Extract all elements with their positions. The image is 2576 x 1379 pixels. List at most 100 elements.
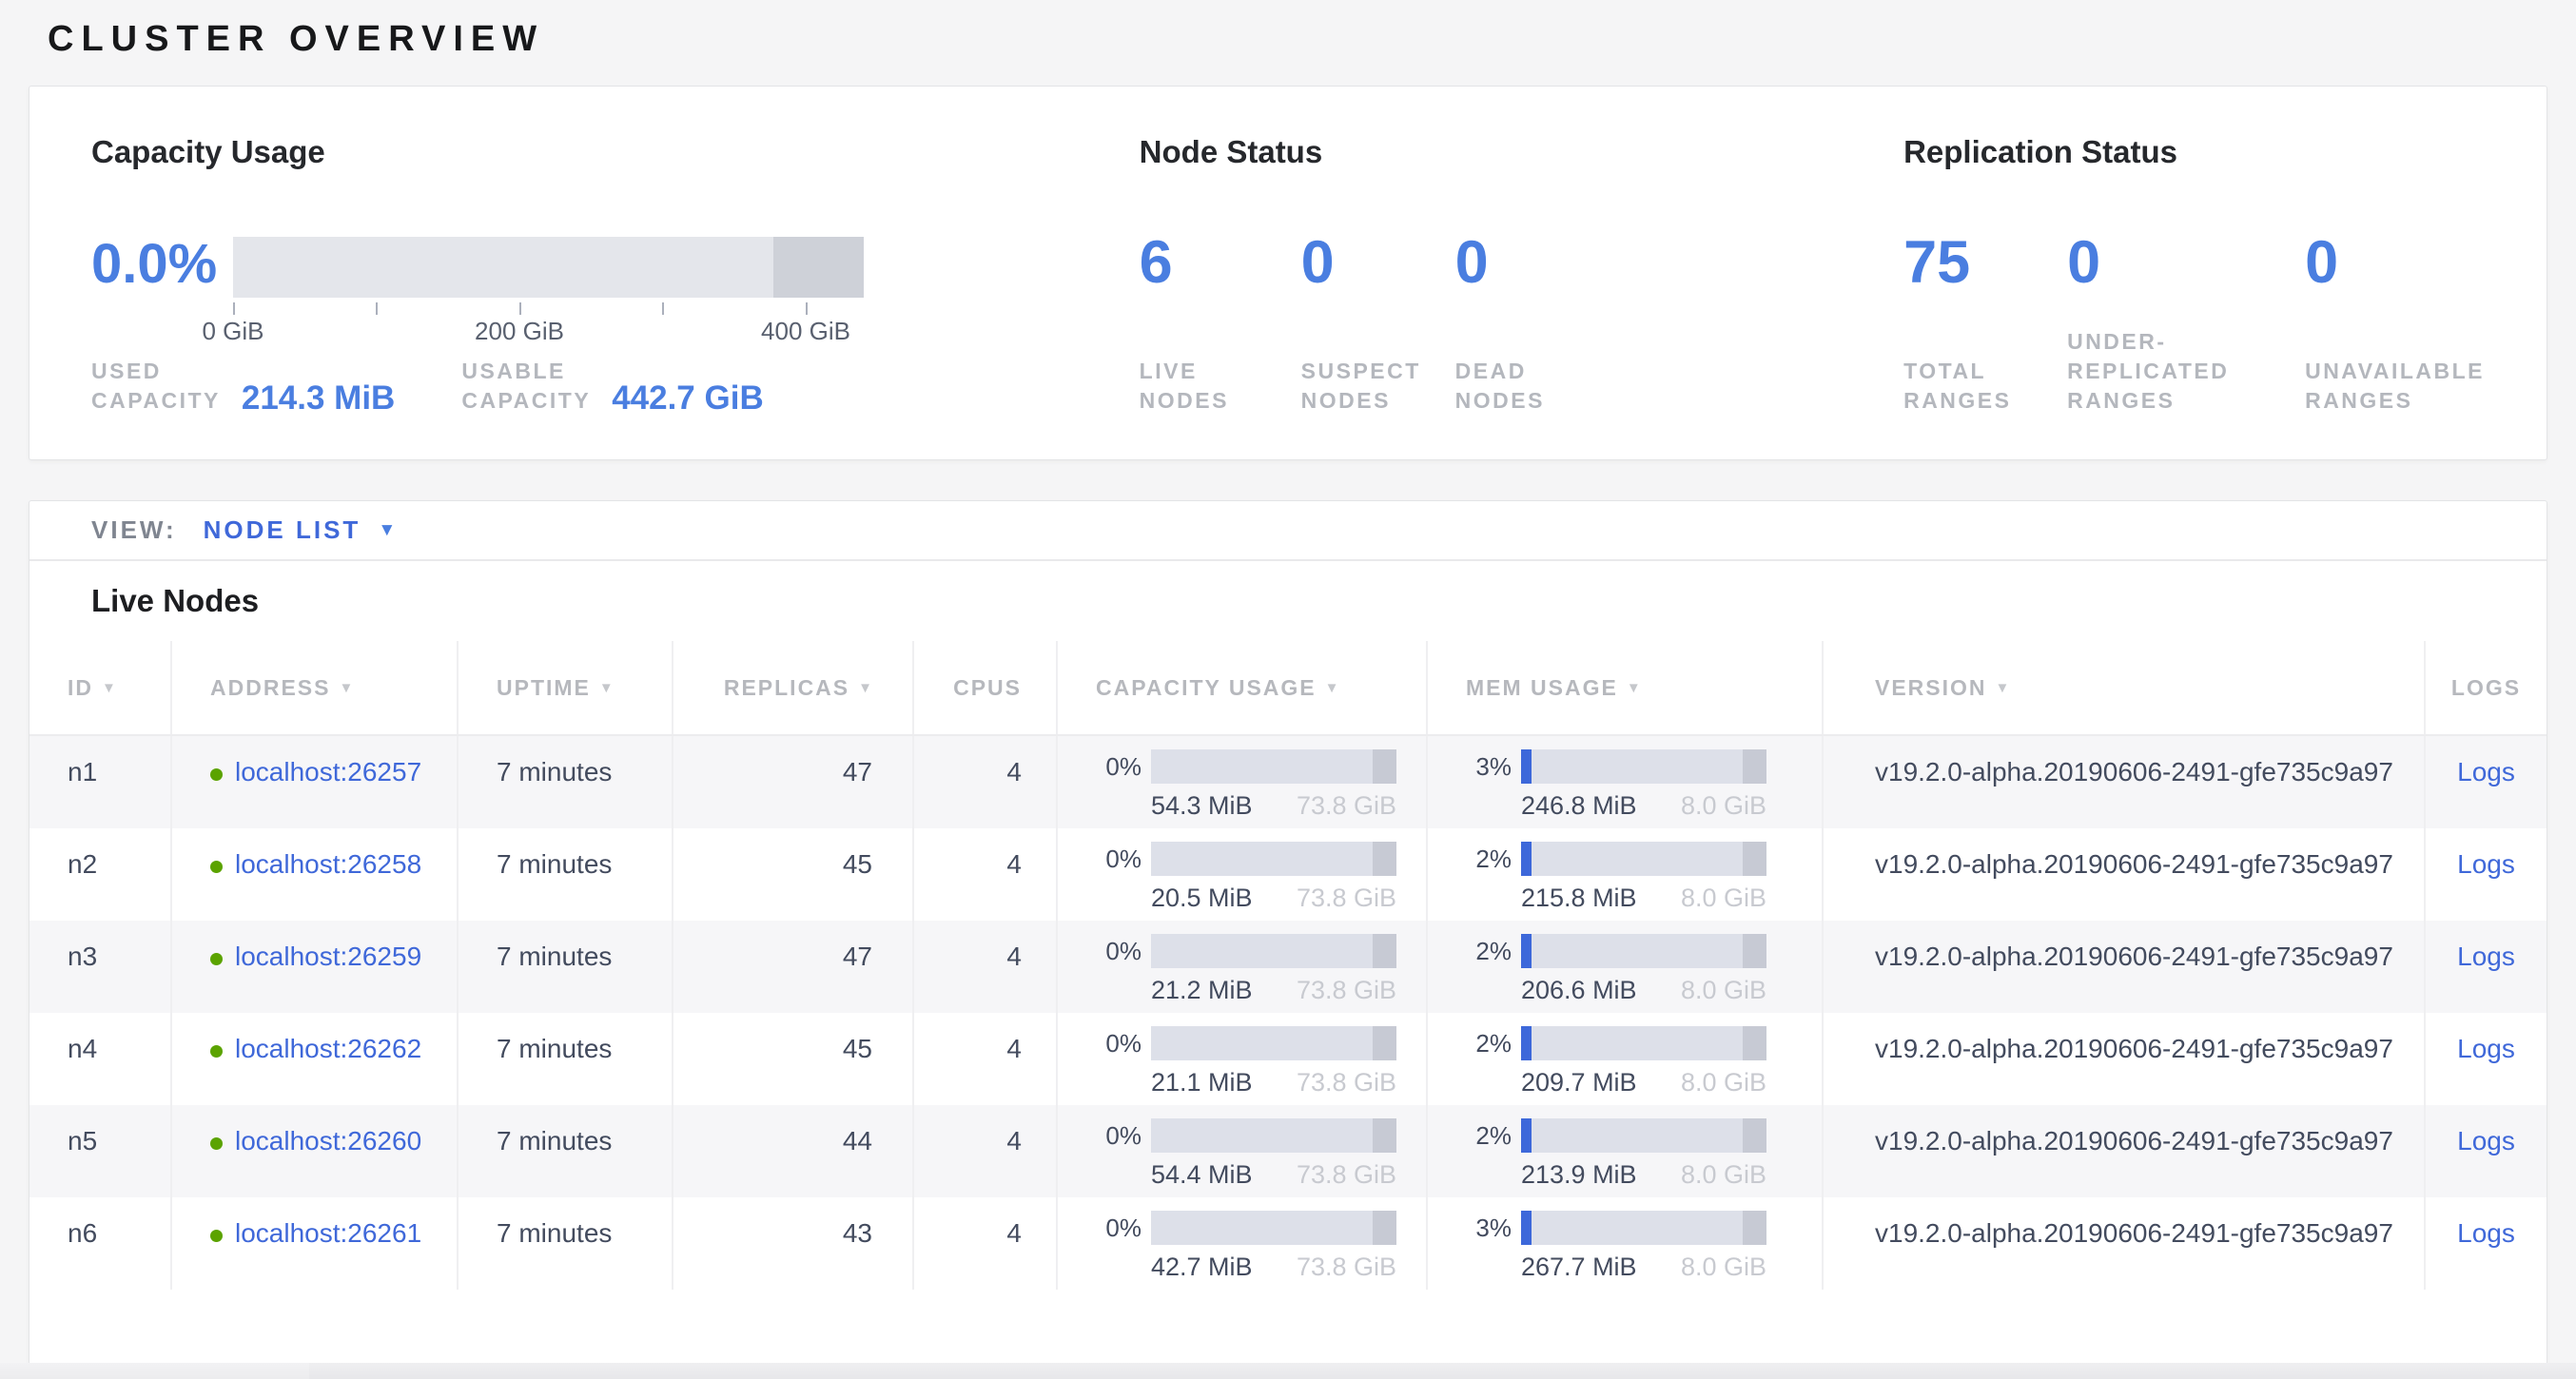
node-uptime: 7 minutes [459, 1197, 673, 1290]
node-logs-link[interactable]: Logs [2457, 942, 2515, 971]
node-logs-link[interactable]: Logs [2457, 1126, 2515, 1156]
capacity-usage-bar [1151, 749, 1396, 784]
bottom-strip-shadow [309, 1363, 2576, 1379]
mem-total-value: 8.0 GiB [1681, 976, 1766, 1005]
node-cpus: 4 [914, 1013, 1058, 1105]
view-bar: VIEW: NODE LIST ▼ [29, 501, 2547, 561]
node-cpus: 4 [914, 1105, 1058, 1197]
node-logs-link[interactable]: Logs [2457, 849, 2515, 879]
column-header-version[interactable]: VERSION▼ [1824, 641, 2426, 734]
capacity-gauge-reserved-segment [773, 237, 864, 298]
capacity-percent-label: 0% [1096, 845, 1142, 874]
mem-reserved-segment [1743, 1026, 1766, 1060]
live-nodes-count: 6 [1140, 229, 1301, 296]
capacity-gauge-bar [233, 237, 864, 298]
node-id: n3 [29, 921, 172, 1013]
node-live-status-dot [210, 1137, 223, 1150]
mem-usage-bar [1521, 842, 1766, 876]
nodes-card: VIEW: NODE LIST ▼ Live Nodes ID▼ADDRESS▼… [29, 500, 2547, 1365]
node-address-link[interactable]: localhost:26258 [235, 849, 421, 880]
sort-arrow-icon: ▼ [1627, 680, 1641, 696]
capacity-percent-label: 0% [1096, 937, 1142, 966]
sort-arrow-icon: ▼ [858, 680, 872, 696]
node-address-link[interactable]: localhost:26259 [235, 942, 421, 972]
mem-used-segment [1521, 842, 1532, 876]
capacity-usage-title: Capacity Usage [91, 134, 1140, 170]
mem-used-value: 215.8 MiB [1521, 884, 1637, 913]
column-header-address[interactable]: ADDRESS▼ [172, 641, 459, 734]
summary-card: Capacity Usage 0.0% 0 GiB [29, 86, 2547, 460]
chevron-down-icon: ▼ [378, 520, 399, 541]
node-mem-usage: 3% 246.8 MiB 8.0 GiB [1428, 736, 1824, 828]
capacity-percent-label: 0% [1096, 1121, 1142, 1151]
column-header-mem-usage[interactable]: MEM USAGE▼ [1428, 641, 1824, 734]
mem-used-value: 246.8 MiB [1521, 791, 1637, 821]
mem-total-value: 8.0 GiB [1681, 1160, 1766, 1190]
mem-usage-bar [1521, 749, 1766, 784]
node-address-link[interactable]: localhost:26262 [235, 1034, 421, 1064]
node-replicas: 44 [673, 1105, 914, 1197]
node-live-status-dot [210, 861, 223, 873]
table-row: n4 localhost:26262 7 minutes 45 4 0% 21.… [29, 1013, 2547, 1105]
node-logs-link[interactable]: Logs [2457, 1034, 2515, 1063]
node-mem-usage: 2% 213.9 MiB 8.0 GiB [1428, 1105, 1824, 1197]
node-address-link[interactable]: localhost:26261 [235, 1218, 421, 1249]
bottom-strip [0, 1363, 2576, 1379]
used-capacity-value: 214.3 MiB [242, 379, 395, 418]
view-selector[interactable]: NODE LIST ▼ [204, 515, 399, 545]
replication-status-section: Replication Status 75 0 0 TOTAL RANGES U… [1903, 87, 2485, 459]
replication-status-title: Replication Status [1903, 134, 2485, 170]
mem-reserved-segment [1743, 749, 1766, 784]
capacity-reserved-segment [1373, 749, 1396, 784]
node-capacity-usage: 0% 54.4 MiB 73.8 GiB [1058, 1105, 1428, 1197]
node-uptime: 7 minutes [459, 921, 673, 1013]
node-logs-cell: Logs [2426, 828, 2547, 921]
column-header-id[interactable]: ID▼ [29, 641, 172, 734]
sort-arrow-icon: ▼ [102, 680, 116, 696]
node-replicas: 45 [673, 828, 914, 921]
gauge-tick-label: 0 GiB [202, 317, 263, 346]
table-body: n1 localhost:26257 7 minutes 47 4 0% 54.… [29, 736, 2547, 1290]
sort-arrow-icon: ▼ [1996, 680, 2010, 696]
node-uptime: 7 minutes [459, 1105, 673, 1197]
node-address-cell: localhost:26260 [172, 1105, 459, 1197]
unavailable-ranges-label: UNAVAILABLE RANGES [2305, 357, 2485, 416]
node-status-section: Node Status 6 0 0 LIVE NODES SUSPECT NOD… [1140, 87, 1903, 459]
mem-used-segment [1521, 749, 1532, 784]
capacity-total-value: 73.8 GiB [1297, 1068, 1396, 1097]
node-cpus: 4 [914, 1197, 1058, 1290]
node-logs-cell: Logs [2426, 736, 2547, 828]
capacity-usage-bar [1151, 1118, 1396, 1153]
node-id: n1 [29, 736, 172, 828]
node-logs-link[interactable]: Logs [2457, 1218, 2515, 1248]
node-address-link[interactable]: localhost:26260 [235, 1126, 421, 1156]
node-logs-link[interactable]: Logs [2457, 757, 2515, 787]
node-version: v19.2.0-alpha.20190606-2491-gfe735c9a97 [1824, 736, 2426, 828]
node-capacity-usage: 0% 21.2 MiB 73.8 GiB [1058, 921, 1428, 1013]
node-address-link[interactable]: localhost:26257 [235, 757, 421, 787]
used-capacity-stat: USED CAPACITY 214.3 MiB [91, 357, 395, 416]
node-cpus: 4 [914, 921, 1058, 1013]
mem-total-value: 8.0 GiB [1681, 1253, 1766, 1282]
node-id: n2 [29, 828, 172, 921]
column-header-capacity-usage[interactable]: CAPACITY USAGE▼ [1058, 641, 1428, 734]
column-header-uptime[interactable]: UPTIME▼ [459, 641, 673, 734]
mem-total-value: 8.0 GiB [1681, 791, 1766, 821]
unavailable-ranges-count: 0 [2305, 229, 2485, 296]
mem-used-value: 206.6 MiB [1521, 976, 1637, 1005]
mem-usage-bar [1521, 1026, 1766, 1060]
node-live-status-dot [210, 1045, 223, 1058]
mem-used-value: 209.7 MiB [1521, 1068, 1637, 1097]
sort-arrow-icon: ▼ [339, 680, 353, 696]
node-replicas: 45 [673, 1013, 914, 1105]
gauge-tick-label: 400 GiB [761, 317, 850, 346]
capacity-reserved-segment [1373, 1118, 1396, 1153]
mem-total-value: 8.0 GiB [1681, 1068, 1766, 1097]
table-row: n2 localhost:26258 7 minutes 45 4 0% 20.… [29, 828, 2547, 921]
node-address-cell: localhost:26258 [172, 828, 459, 921]
mem-usage-bar [1521, 1118, 1766, 1153]
capacity-total-value: 73.8 GiB [1297, 1253, 1396, 1282]
column-header-replicas[interactable]: REPLICAS▼ [673, 641, 914, 734]
capacity-used-value: 54.4 MiB [1151, 1160, 1253, 1190]
suspect-nodes-label: SUSPECT NODES [1301, 357, 1455, 416]
